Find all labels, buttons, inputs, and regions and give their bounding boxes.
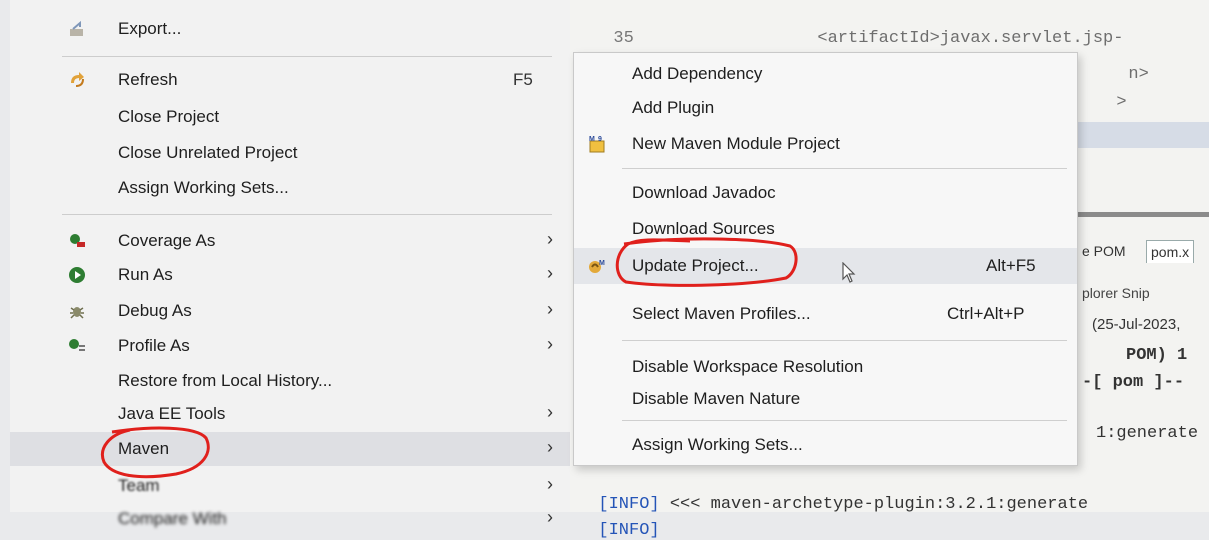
submenu-arrow-icon: › bbox=[547, 299, 553, 319]
submenu-arrow-icon: › bbox=[547, 474, 553, 494]
menu-item-label: Select Maven Profiles... bbox=[632, 304, 811, 323]
menu-item-export[interactable]: Export... bbox=[10, 12, 570, 46]
menu-item-compare-with[interactable]: Compare With › bbox=[10, 502, 570, 536]
console-line: -[ pom ]-- bbox=[1082, 373, 1185, 392]
shortcut-label: Ctrl+Alt+P bbox=[947, 304, 1025, 323]
svg-text:9: 9 bbox=[598, 136, 602, 143]
views-tabs[interactable]: plorer Snip bbox=[1082, 285, 1150, 301]
debug-icon bbox=[68, 302, 86, 320]
menu-item-label: Close Unrelated Project bbox=[118, 143, 298, 162]
menu-item-label: Team bbox=[118, 476, 160, 495]
menu-item-label: Disable Maven Nature bbox=[632, 389, 801, 408]
menu-item-restore-local-history[interactable]: Restore from Local History... bbox=[10, 364, 570, 398]
menu-item-profile-as[interactable]: Profile As › bbox=[10, 329, 570, 363]
menu-item-label: New Maven Module Project bbox=[632, 134, 840, 153]
menu-item-label: Add Dependency bbox=[632, 64, 763, 83]
menu-item-java-ee-tools[interactable]: Java EE Tools › bbox=[10, 397, 570, 431]
menu-item-label: Refresh bbox=[118, 70, 178, 89]
menu-separator bbox=[62, 56, 552, 57]
submenu-item-assign-working-sets[interactable]: Assign Working Sets... bbox=[574, 427, 1077, 463]
submenu-arrow-icon: › bbox=[547, 437, 553, 457]
submenu-item-add-plugin[interactable]: Add Plugin bbox=[574, 90, 1077, 126]
project-context-menu: Export... Refresh F5 Close Project Close… bbox=[10, 0, 570, 528]
editor-selection bbox=[1078, 122, 1209, 148]
menu-separator bbox=[622, 420, 1067, 421]
code-line-text: > bbox=[1116, 93, 1127, 112]
code-line: 35 bbox=[613, 29, 634, 48]
export-icon bbox=[68, 20, 86, 38]
menu-item-refresh[interactable]: Refresh F5 bbox=[10, 63, 570, 97]
info-message: <<< maven-archetype-plugin:3.2.1:generat… bbox=[659, 495, 1089, 514]
console-line: POM) 1 bbox=[1126, 346, 1188, 365]
menu-item-label: Run As bbox=[118, 265, 173, 284]
coverage-icon bbox=[68, 232, 86, 250]
submenu-arrow-icon: › bbox=[547, 402, 553, 422]
refresh-icon bbox=[68, 71, 86, 89]
submenu-item-download-javadoc[interactable]: Download Javadoc bbox=[574, 175, 1077, 211]
menu-item-label: Close Project bbox=[118, 107, 220, 126]
menu-item-label: Debug As bbox=[118, 301, 192, 320]
console-line: (25-Jul-2023, bbox=[1092, 316, 1181, 333]
maven-update-icon: M bbox=[587, 256, 607, 276]
tab-pom-xml[interactable]: pom.x bbox=[1146, 240, 1195, 263]
menu-item-label: Add Plugin bbox=[632, 98, 715, 117]
menu-item-label: Restore from Local History... bbox=[118, 371, 333, 390]
menu-item-label: Disable Workspace Resolution bbox=[632, 357, 864, 376]
submenu-item-update-project[interactable]: M Update Project... Alt+F5 bbox=[574, 248, 1077, 284]
editor-divider bbox=[1078, 212, 1209, 217]
svg-text:M: M bbox=[589, 136, 595, 143]
menu-item-close-unrelated-project[interactable]: Close Unrelated Project bbox=[10, 136, 570, 170]
menu-item-debug-as[interactable]: Debug As › bbox=[10, 294, 570, 328]
submenu-arrow-icon: › bbox=[547, 263, 553, 283]
submenu-item-new-maven-module[interactable]: M9 New Maven Module Project bbox=[574, 126, 1077, 162]
svg-text:M: M bbox=[599, 260, 605, 267]
submenu-item-download-sources[interactable]: Download Sources bbox=[574, 211, 1077, 247]
menu-item-label: Download Javadoc bbox=[632, 183, 776, 202]
menu-item-label: Coverage As bbox=[118, 231, 216, 250]
submenu-item-disable-workspace-resolution[interactable]: Disable Workspace Resolution bbox=[574, 349, 1077, 385]
maven-submenu: Add Dependency Add Plugin M9 New Maven M… bbox=[573, 52, 1078, 466]
menu-item-label: Profile As bbox=[118, 336, 190, 355]
menu-item-label: Download Sources bbox=[632, 219, 775, 238]
menu-item-assign-working-sets[interactable]: Assign Working Sets... bbox=[10, 171, 570, 205]
menu-item-coverage-as[interactable]: Coverage As › bbox=[10, 224, 570, 258]
shortcut-label: Alt+F5 bbox=[986, 256, 1036, 275]
submenu-item-add-dependency[interactable]: Add Dependency bbox=[574, 56, 1077, 92]
submenu-item-disable-maven-nature[interactable]: Disable Maven Nature bbox=[574, 381, 1077, 417]
submenu-arrow-icon: › bbox=[547, 334, 553, 354]
submenu-arrow-icon: › bbox=[547, 229, 553, 249]
mouse-cursor-icon bbox=[842, 261, 856, 289]
menu-separator bbox=[622, 340, 1067, 341]
menu-separator bbox=[62, 214, 552, 215]
maven-module-icon: M9 bbox=[587, 134, 607, 154]
menu-item-label: Export... bbox=[118, 19, 182, 38]
shortcut-label: F5 bbox=[513, 70, 533, 89]
menu-item-label: Java EE Tools bbox=[118, 404, 226, 423]
menu-item-label: Assign Working Sets... bbox=[118, 178, 289, 197]
menu-item-maven[interactable]: Maven › bbox=[10, 432, 570, 466]
profile-icon bbox=[68, 337, 86, 355]
console-line: 1:generate bbox=[1096, 424, 1199, 443]
run-icon bbox=[68, 266, 86, 284]
menu-item-label: Compare With bbox=[118, 509, 227, 528]
menu-item-close-project[interactable]: Close Project bbox=[10, 100, 570, 134]
console-line: [INFO] bbox=[598, 521, 660, 540]
menu-item-team[interactable]: Team › bbox=[10, 469, 570, 503]
menu-item-label: Maven bbox=[118, 439, 170, 458]
submenu-item-select-maven-profiles[interactable]: Select Maven Profiles... Ctrl+Alt+P bbox=[574, 296, 1077, 332]
tab-effective-pom[interactable]: e POM bbox=[1078, 240, 1130, 262]
menu-item-run-as[interactable]: Run As › bbox=[10, 258, 570, 292]
menu-item-label: Update Project... bbox=[632, 256, 759, 275]
code-line-text: <artifactId>javax.servlet.jsp- bbox=[817, 29, 1124, 48]
menu-item-label: Assign Working Sets... bbox=[632, 435, 803, 454]
editor-tabs: e POM pom.x bbox=[1078, 236, 1209, 264]
menu-separator bbox=[622, 168, 1067, 169]
submenu-arrow-icon: › bbox=[547, 507, 553, 527]
